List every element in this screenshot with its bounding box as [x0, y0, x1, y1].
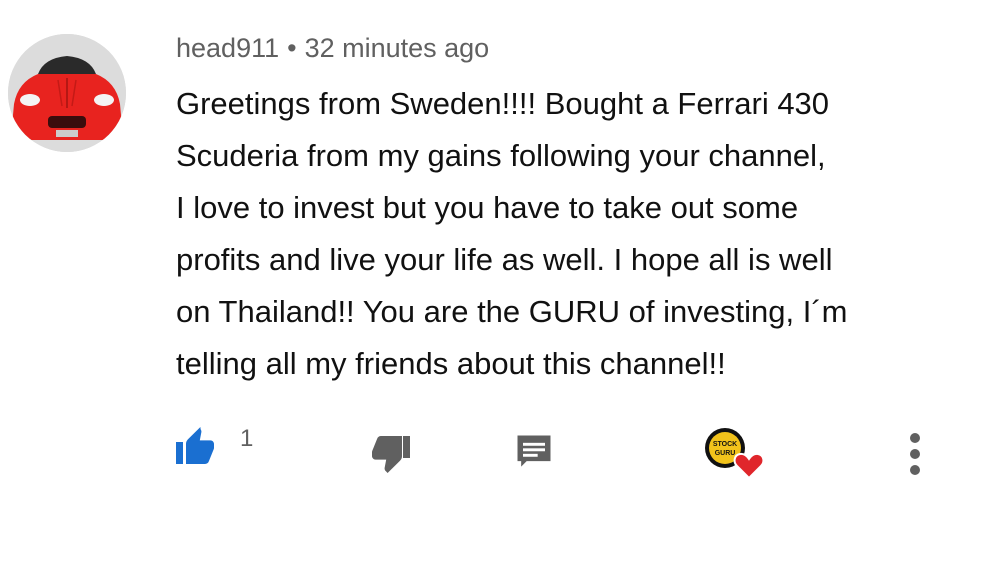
comment-line: on Thailand!! You are the GURU of invest… — [176, 294, 848, 329]
more-vertical-icon — [910, 433, 920, 475]
like-count: 1 — [240, 425, 254, 452]
comment-timestamp[interactable]: 32 minutes ago — [305, 33, 490, 63]
meta-separator: • — [287, 33, 297, 63]
dislike-button[interactable] — [364, 428, 416, 480]
comment-text: Greetings from Sweden!!!! Bought a Ferra… — [176, 78, 936, 390]
more-actions-button[interactable] — [900, 428, 930, 480]
reply-button[interactable] — [512, 430, 556, 474]
author-name[interactable]: head911 — [176, 33, 279, 63]
red-ferrari-car-avatar — [8, 34, 126, 152]
comment-line: telling all my friends about this channe… — [176, 346, 726, 381]
comment-reply-icon — [517, 435, 551, 467]
creator-heart-icon: STOCK GURU — [705, 428, 765, 480]
comment-header: head911 • 32 minutes ago — [176, 33, 489, 64]
like-button[interactable]: 1 — [172, 422, 253, 470]
comment-line: Greetings from Sweden!!!! Bought a Ferra… — [176, 86, 830, 121]
thumbs-down-icon — [372, 436, 410, 473]
comment-line: I love to invest but you have to take ou… — [176, 190, 799, 225]
creator-logo-text: GURU — [715, 450, 736, 457]
creator-heart-indicator[interactable]: STOCK GURU — [703, 426, 771, 482]
avatar[interactable] — [8, 34, 126, 152]
comment-line: profits and live your life as well. I ho… — [176, 242, 833, 277]
thumbs-up-icon — [176, 427, 214, 464]
creator-logo-text: STOCK — [713, 441, 737, 448]
comment-action-bar: 1 STOCK GURU — [0, 420, 1005, 490]
comment-line: Scuderia from my gains following your ch… — [176, 138, 826, 173]
